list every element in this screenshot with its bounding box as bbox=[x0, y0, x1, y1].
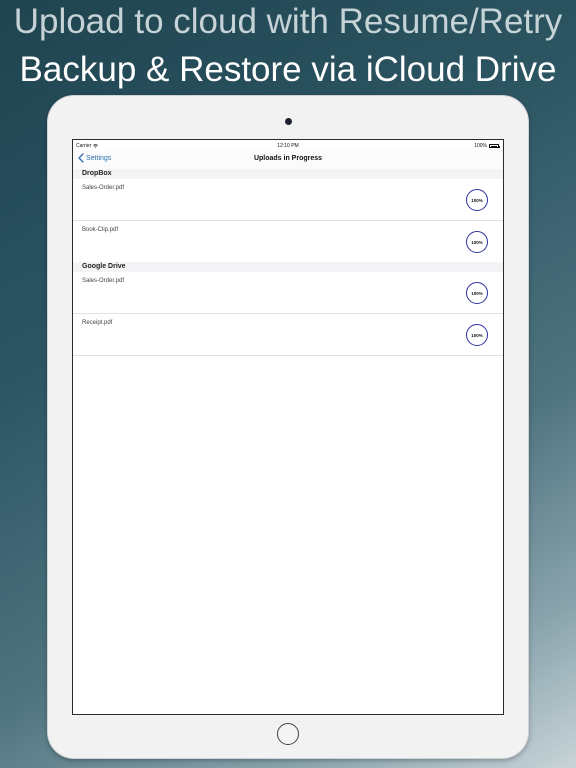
section-header-dropbox: DropBox bbox=[73, 169, 503, 179]
file-name: Sales-Order.pdf bbox=[82, 185, 125, 191]
app-screen: Carrier 12:10 PM 100% Settings Uploads i… bbox=[72, 139, 504, 715]
upload-row[interactable]: Sales-Order.pdf 100% bbox=[73, 179, 503, 221]
ipad-frame: Carrier 12:10 PM 100% Settings Uploads i… bbox=[48, 96, 528, 758]
battery-icon bbox=[489, 144, 500, 148]
file-name: Sales-Order.pdf bbox=[82, 278, 125, 284]
progress-indicator: 100% bbox=[466, 282, 488, 304]
battery-percent: 100% bbox=[474, 143, 487, 149]
progress-indicator: 100% bbox=[466, 324, 488, 346]
file-name: Book-Clip.pdf bbox=[82, 227, 119, 233]
headline-upload: Upload to cloud with Resume/Retry bbox=[13, 2, 563, 41]
section-header-google-drive: Google Drive bbox=[73, 262, 503, 272]
upload-row[interactable]: Sales-Order.pdf 100% bbox=[73, 272, 503, 314]
upload-row[interactable]: Book-Clip.pdf 100% bbox=[73, 221, 503, 263]
section-header-label: Google Drive bbox=[82, 263, 126, 270]
camera bbox=[285, 118, 292, 125]
progress-label: 100% bbox=[471, 197, 483, 203]
navigation-bar: Settings Uploads in Progress bbox=[73, 151, 503, 170]
status-time: 12:10 PM bbox=[277, 143, 299, 149]
progress-indicator: 100% bbox=[466, 231, 488, 253]
headline-backup: Backup & Restore via iCloud Drive bbox=[19, 50, 557, 89]
file-name: Receipt.pdf bbox=[82, 320, 113, 326]
section-header-label: DropBox bbox=[82, 170, 112, 177]
progress-label: 100% bbox=[471, 290, 483, 296]
progress-indicator: 100% bbox=[466, 189, 488, 211]
upload-row[interactable]: Receipt.pdf 100% bbox=[73, 314, 503, 356]
progress-label: 100% bbox=[471, 332, 483, 338]
status-bar: Carrier 12:10 PM 100% bbox=[73, 140, 503, 151]
page-title: Uploads in Progress bbox=[253, 155, 323, 162]
home-button[interactable] bbox=[277, 723, 299, 745]
progress-label: 100% bbox=[471, 239, 483, 245]
